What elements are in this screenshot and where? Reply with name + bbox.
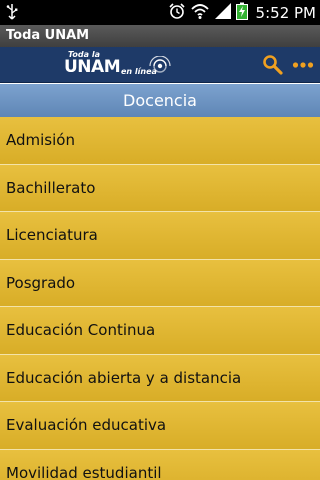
unam-logo: Toda la UNAM en línea bbox=[64, 50, 174, 80]
battery-charging-icon bbox=[235, 2, 248, 24]
status-bar: 5:52 PM bbox=[0, 0, 320, 25]
menu-item-educacion-abierta[interactable]: Educación abierta y a distancia bbox=[0, 354, 320, 402]
more-icon[interactable] bbox=[292, 56, 314, 74]
menu-item-educacion-continua[interactable]: Educación Continua bbox=[0, 307, 320, 355]
window-title: Toda UNAM bbox=[0, 25, 320, 47]
search-icon[interactable] bbox=[262, 54, 284, 76]
menu-list: Admisión Bachillerato Licenciatura Posgr… bbox=[0, 117, 320, 480]
signal-wave-icon bbox=[148, 55, 172, 80]
status-time: 5:52 PM bbox=[255, 4, 316, 22]
menu-item-evaluacion-educativa[interactable]: Evaluación educativa bbox=[0, 402, 320, 450]
section-title: Docencia bbox=[0, 84, 320, 117]
usb-icon bbox=[6, 3, 18, 25]
menu-item-licenciatura[interactable]: Licenciatura bbox=[0, 212, 320, 260]
menu-item-movilidad-estudiantil[interactable]: Movilidad estudiantil bbox=[0, 449, 320, 480]
logo-main-text: UNAM bbox=[64, 57, 121, 77]
app-header: Toda la UNAM en línea bbox=[0, 47, 320, 83]
menu-item-bachillerato[interactable]: Bachillerato bbox=[0, 164, 320, 212]
wifi-icon bbox=[190, 2, 210, 24]
menu-item-admision[interactable]: Admisión bbox=[0, 117, 320, 165]
alarm-icon bbox=[168, 2, 186, 24]
signal-icon bbox=[214, 2, 232, 24]
menu-item-posgrado[interactable]: Posgrado bbox=[0, 259, 320, 307]
